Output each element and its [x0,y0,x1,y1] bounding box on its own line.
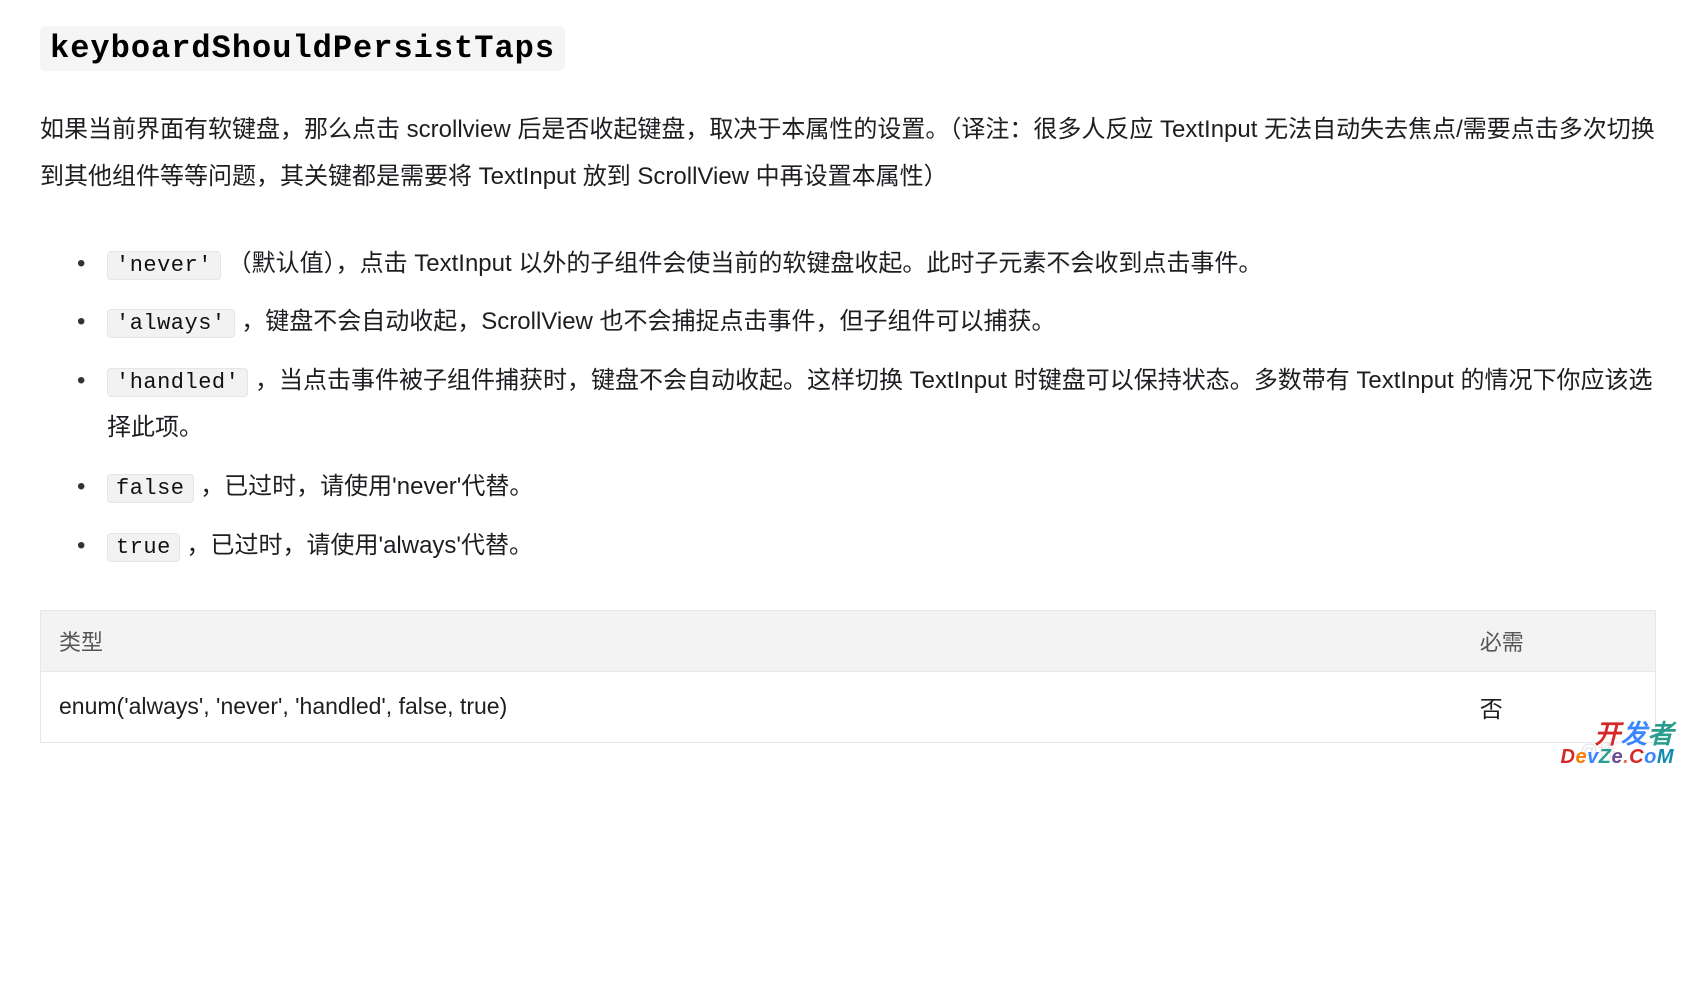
enum-values-list: 'never' （默认值），点击 TextInput 以外的子组件会使当前的软键… [40,241,1656,570]
enum-desc: ，当点击事件被子组件捕获时，键盘不会自动收起。这样切换 TextInput 时键… [107,367,1652,441]
table-header-required: 必需 [1462,610,1656,671]
enum-code-false: false [107,474,194,503]
property-type-table: 类型 必需 enum('always', 'never', 'handled',… [40,610,1656,743]
enum-code-always: 'always' [107,309,235,338]
enum-code-true: true [107,533,180,562]
enum-desc: ，已过时，请使用'always'代替。 [186,532,533,559]
enum-code-never: 'never' [107,251,221,280]
list-item: true ，已过时，请使用'always'代替。 [95,523,1656,570]
table-row: enum('always', 'never', 'handled', false… [41,671,1656,742]
enum-desc: ，键盘不会自动收起，ScrollView 也不会捕捉点击事件，但子组件可以捕获。 [241,308,1055,335]
enum-desc: ，已过时，请使用'never'代替。 [200,473,533,500]
enum-code-handled: 'handled' [107,368,248,397]
table-header-type: 类型 [41,610,1462,671]
watermark-line2: DevZe.CoM [1561,747,1674,767]
watermark-line1: 开发者 [1561,721,1674,747]
watermark-logo: 开发者 DevZe.CoM [1561,721,1674,767]
table-cell-type: enum('always', 'never', 'handled', false… [41,671,1462,742]
list-item: 'always' ，键盘不会自动收起，ScrollView 也不会捕捉点击事件，… [95,299,1656,346]
list-item: false ，已过时，请使用'never'代替。 [95,464,1656,511]
enum-desc: （默认值），点击 TextInput 以外的子组件会使当前的软键盘收起。此时子元… [228,250,1263,277]
list-item: 'handled' ，当点击事件被子组件捕获时，键盘不会自动收起。这样切换 Te… [95,358,1656,452]
list-item: 'never' （默认值），点击 TextInput 以外的子组件会使当前的软键… [95,241,1656,288]
property-heading: keyboardShouldPersistTaps [40,30,1656,67]
property-description: 如果当前界面有软键盘，那么点击 scrollview 后是否收起键盘，取决于本属… [40,107,1656,201]
property-name-code: keyboardShouldPersistTaps [40,26,565,71]
